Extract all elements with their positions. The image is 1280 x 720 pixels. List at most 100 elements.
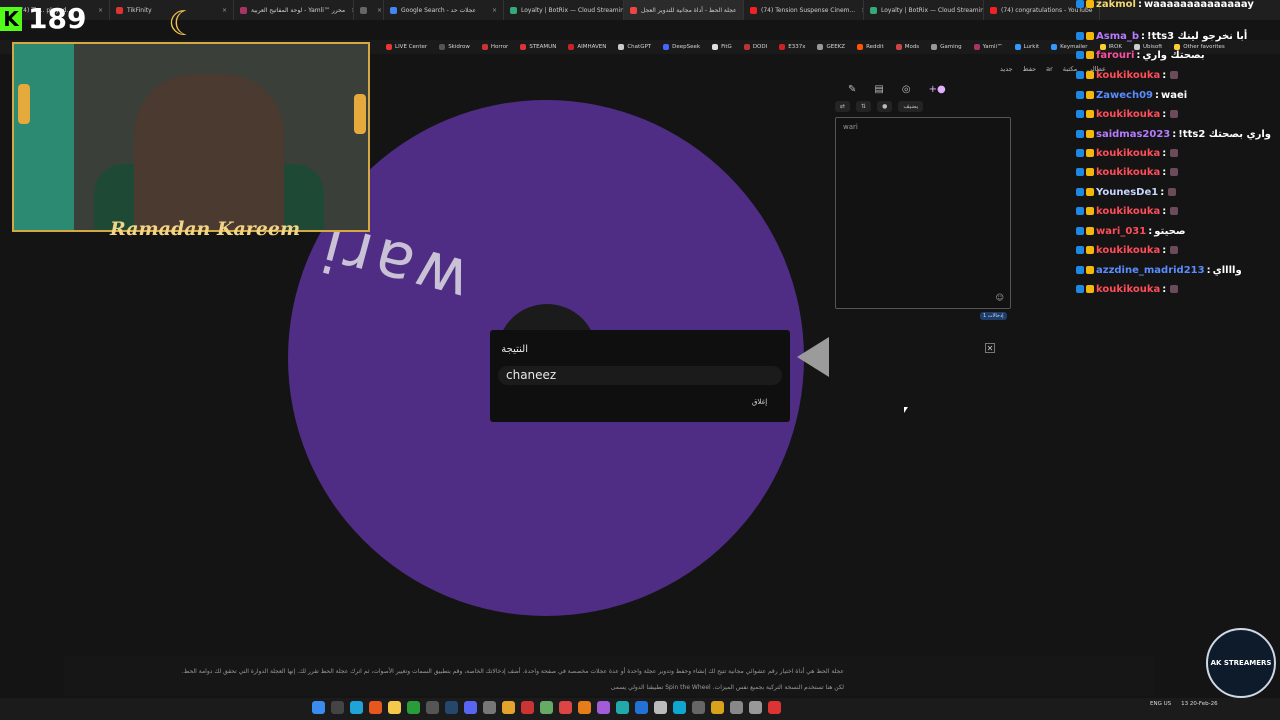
close-tab-icon[interactable]: ×: [855, 7, 863, 14]
sort-button[interactable]: ⇅: [856, 101, 872, 112]
app-icon[interactable]: [540, 701, 553, 714]
language-indicator[interactable]: ENG US: [1150, 701, 1171, 707]
chat-emote-icon: [1170, 168, 1179, 176]
browser-tab[interactable]: Loyalty | BotRix — Cloud Streamin...×: [504, 0, 624, 20]
add-image-button[interactable]: يضيف: [898, 101, 924, 112]
chat-badge-icon: [1086, 149, 1094, 157]
app-icon[interactable]: [635, 701, 648, 714]
bookmark-item[interactable]: Skidrow: [433, 44, 476, 50]
clock[interactable]: 13 20-Feb-26: [1181, 701, 1217, 707]
entries-textarea[interactable]: wari ☺: [835, 117, 1011, 309]
chat-emote-icon: [1170, 71, 1179, 79]
close-tab-icon[interactable]: ×: [371, 7, 382, 14]
xbox-icon[interactable]: [407, 701, 420, 714]
browser-tab[interactable]: ×: [354, 0, 384, 20]
app-icon[interactable]: [654, 701, 667, 714]
bookmark-item[interactable]: STEAMUN: [514, 44, 562, 50]
close-tab-icon[interactable]: ×: [345, 7, 353, 14]
close-icon[interactable]: ✕: [985, 343, 995, 353]
bookmark-item[interactable]: FitG: [706, 44, 738, 50]
settings-icon[interactable]: [749, 701, 762, 714]
webcam-person: [134, 74, 284, 230]
save-button[interactable]: حفظ: [1023, 65, 1036, 73]
bookmark-item[interactable]: Mods: [890, 44, 925, 50]
brave-icon[interactable]: [369, 701, 382, 714]
tab-title: Loyalty | BotRix — Cloud Streamin...: [881, 6, 984, 14]
chat-username: YounesDe1: [1096, 186, 1159, 198]
bookmark-item[interactable]: E337x: [773, 44, 811, 50]
bookmark-favicon-icon: [973, 44, 980, 50]
shuffle-button[interactable]: ⇄: [835, 101, 851, 112]
chat-badge-icon: [1076, 0, 1084, 8]
edge-icon[interactable]: [350, 701, 363, 714]
browser-tab[interactable]: عجلة الحظ - أداة مجانية للتدوير العجل×: [624, 0, 744, 20]
channel-logo-text: AK STREAMERS: [1210, 659, 1272, 667]
tab-favicon-icon: [360, 6, 367, 14]
chat-message: Zawech09 : waei: [1076, 87, 1187, 103]
app-icon[interactable]: [616, 701, 629, 714]
new-button[interactable]: جديد: [1000, 65, 1013, 73]
app-icon[interactable]: [711, 701, 724, 714]
chrome-icon[interactable]: [502, 701, 515, 714]
chat-separator: :: [1162, 283, 1167, 295]
bookmark-favicon-icon: [857, 44, 864, 50]
hide-icon[interactable]: ◎: [902, 84, 911, 95]
close-button[interactable]: إغلاق: [752, 398, 767, 406]
bookmark-item[interactable]: Reddit: [851, 44, 890, 50]
tab-favicon-icon: [240, 6, 247, 14]
bookmark-item[interactable]: Lurkit: [1009, 44, 1046, 50]
app-icon[interactable]: [426, 701, 439, 714]
bookmark-item[interactable]: GEEKZ: [811, 44, 851, 50]
bookmark-label: Gaming: [940, 44, 962, 50]
chat-badge-icon: [1076, 266, 1084, 274]
chat-emote-icon: [1170, 149, 1179, 157]
emoji-icon[interactable]: ☺: [996, 293, 1004, 302]
app-icon[interactable]: [578, 701, 591, 714]
bookmark-item[interactable]: ChatGPT: [612, 44, 657, 50]
bookmark-label: Horror: [490, 44, 509, 50]
windows-start-icon[interactable]: [312, 701, 325, 714]
close-tab-icon[interactable]: ×: [486, 7, 497, 14]
browser-tab[interactable]: (74) Tension Suspense Cinem...×: [744, 0, 864, 20]
discord-icon[interactable]: [464, 701, 477, 714]
steam-icon[interactable]: [445, 701, 458, 714]
app-icon[interactable]: [692, 701, 705, 714]
search-icon[interactable]: [331, 701, 344, 714]
app-icon[interactable]: [559, 701, 572, 714]
bookmark-item[interactable]: DODI: [738, 44, 773, 50]
bookmark-item[interactable]: Yamli™: [968, 44, 1009, 50]
language-button[interactable]: ar: [1046, 65, 1053, 73]
app-icon[interactable]: [597, 701, 610, 714]
browser-tab[interactable]: Google Search - عجلات حد ×: [384, 0, 504, 20]
chat-badge-icon: [1076, 130, 1084, 138]
app-icon[interactable]: [483, 701, 496, 714]
chat-text: waei: [1160, 89, 1188, 101]
folder-icon[interactable]: [388, 701, 401, 714]
bookmark-item[interactable]: Horror: [476, 44, 514, 50]
chat-badge-icon: [1076, 71, 1084, 79]
bookmark-item[interactable]: Gaming: [925, 44, 968, 50]
image-toggle[interactable]: ●: [877, 101, 893, 112]
chat-badge-icon: [1086, 71, 1094, 79]
browser-tab[interactable]: لوحة المفاتيح العربية - Yamli™ محرر×: [234, 0, 354, 20]
bookmark-item[interactable]: DeepSeek: [657, 44, 706, 50]
tab-favicon-icon: [870, 6, 877, 14]
pencil-icon[interactable]: ✎: [848, 84, 856, 95]
close-tab-icon[interactable]: ×: [92, 7, 103, 14]
app-icon[interactable]: [521, 701, 534, 714]
app-icon[interactable]: [730, 701, 743, 714]
webcam-background: [14, 44, 74, 230]
add-wheel-icon[interactable]: +●: [929, 84, 946, 95]
entries-toolbar: ⇄ ⇅ ● يضيف: [835, 101, 924, 112]
browser-tab[interactable]: Loyalty | BotRix — Cloud Streamin...×: [864, 0, 984, 20]
clipboard-icon[interactable]: ▤: [874, 84, 883, 95]
close-tab-icon[interactable]: ×: [737, 7, 744, 14]
chat-separator: :: [1162, 166, 1167, 178]
close-tab-icon[interactable]: ×: [216, 7, 227, 14]
app-icon[interactable]: [673, 701, 686, 714]
bookmark-item[interactable]: LIVE Center: [380, 44, 433, 50]
bookmark-item[interactable]: AIMHAVEN: [562, 44, 612, 50]
chat-text: waaaaaaaaaaaaaay: [1143, 0, 1254, 10]
app-icon[interactable]: [768, 701, 781, 714]
entries-text: wari: [843, 123, 858, 131]
